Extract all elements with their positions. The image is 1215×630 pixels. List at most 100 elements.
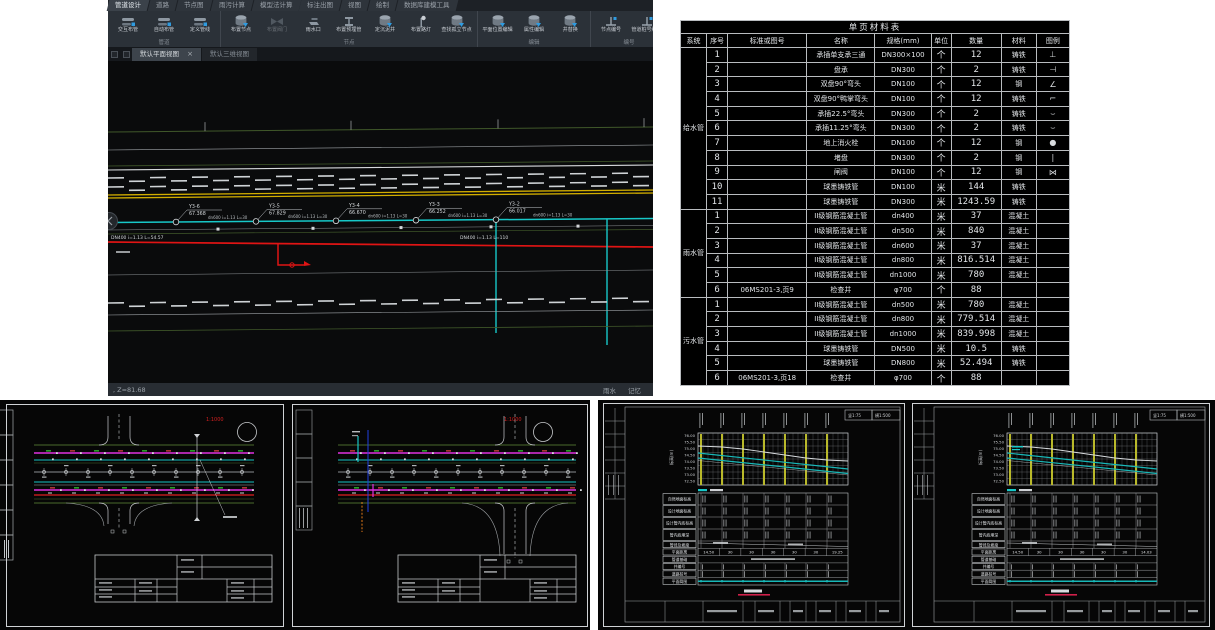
table-cell: dn400: [875, 209, 931, 224]
table-cell: 铸铁: [1001, 356, 1036, 371]
table-cell: 个: [931, 48, 951, 63]
table-cell: [728, 297, 807, 312]
table-cell: 混凝土: [1001, 297, 1036, 312]
table-cell: 12: [951, 92, 1001, 107]
status-toggle-1[interactable]: 记忆: [628, 387, 641, 395]
ribbon-tab-3[interactable]: 雨污计算: [210, 0, 253, 11]
water-pipe-label-left: DN400 i=1.13 L=54.57: [111, 235, 164, 241]
ribbon-button-pipe-0-1[interactable]: 自动布管: [146, 12, 182, 39]
table-cell: 2: [951, 62, 1001, 77]
material-table-panel: 单页材料表系统序号标准或图号名称规格(mm)单位数量材料图例给水管1承插单支承三…: [680, 20, 1070, 386]
table-title-row: 单页材料表: [681, 21, 1070, 34]
table-row: 5II级钢筋混凝土管dn1000米780混凝土: [681, 268, 1070, 283]
tab-label: 默认三维视图: [210, 50, 249, 58]
table-cell: 米: [931, 209, 951, 224]
table-cell: II级钢筋混凝土管: [807, 209, 875, 224]
pipe-icon: [121, 13, 136, 27]
table-cell: 5: [707, 106, 728, 121]
distance-cell: 30: [1122, 550, 1127, 555]
table-cell: 2: [951, 106, 1001, 121]
profile-row-label: 设计地面标高: [668, 509, 691, 514]
column-header: 数量: [951, 34, 1001, 48]
table-cell: [728, 77, 807, 92]
table-row: 4球墨铸铁管DN500米10.5铸铁: [681, 341, 1070, 356]
close-icon[interactable]: ×: [187, 50, 193, 58]
ribbon-button-pipe-0-0[interactable]: 交互布管: [110, 12, 146, 39]
ribbon-button-node-2-2[interactable]: 井替换: [552, 12, 588, 39]
storm-segment-label: dn600 i=1.13 L=30: [448, 213, 488, 218]
ribbon-tab-0[interactable]: 管道设计: [107, 0, 150, 11]
ribbon-tab-7[interactable]: 绘制: [368, 0, 398, 11]
table-cell: DN100: [875, 92, 931, 107]
ribbon-button-gully-1-2[interactable]: 雨水口: [295, 12, 331, 39]
ribbon-button-node-1-0[interactable]: 布置节点: [223, 12, 259, 39]
table-row: 给水管1承插单支承三通DN300×100个12铸铁⊥: [681, 48, 1070, 63]
table-cell: 混凝土: [1001, 312, 1036, 327]
ribbon-tab-4[interactable]: 模型法计算: [251, 0, 300, 11]
ribbon-tab-5[interactable]: 标注出图: [299, 0, 342, 11]
ribbon-button-label: 查找孤立节点: [442, 27, 472, 33]
table-cell: [1036, 341, 1069, 356]
table-cell: 混凝土: [1001, 268, 1036, 283]
plan-sheet-1: 1:1000: [6, 404, 284, 627]
table-cell: II级钢筋混凝土管: [807, 312, 875, 327]
ribbon-button-embed-pipe-1-3[interactable]: 布置预埋管: [331, 12, 367, 39]
tab-default-plan-view[interactable]: 默认平面视图 ×: [132, 48, 201, 61]
table-cell: ⊣: [1036, 62, 1069, 77]
ribbon-button-node-1-4[interactable]: 定沉泥井: [367, 12, 403, 39]
status-toggle-0[interactable]: 雨水: [603, 387, 616, 395]
ribbon-tab-8[interactable]: 数据库建模工具: [396, 0, 458, 11]
table-cell: 12: [951, 136, 1001, 151]
canvas-nav-button[interactable]: [108, 213, 118, 230]
distance-cell: 14.50: [1012, 550, 1023, 555]
table-cell: 钢: [1001, 77, 1036, 92]
ribbon-button-label: 布置阀门: [267, 27, 287, 33]
ribbon-tab-6[interactable]: 视图: [340, 0, 370, 11]
layout-split-icon[interactable]: [123, 51, 130, 58]
ribbon-tab-1[interactable]: 道路: [148, 0, 178, 11]
ribbon-button-pipe-0-2[interactable]: 定义管线: [182, 12, 218, 39]
table-cell: [728, 341, 807, 356]
ribbon-button-node-2-1[interactable]: 属性编辑: [516, 12, 552, 39]
ribbon-tab-label: 道路: [156, 0, 169, 11]
ribbon-tab-label: 雨污计算: [219, 0, 245, 11]
table-cell: 米: [931, 312, 951, 327]
number-icon: [640, 13, 654, 27]
table-cell: 铸铁: [1001, 106, 1036, 121]
distance-cell: 14.03: [1141, 550, 1152, 555]
ribbon-group-1: 布置节点布置阀门雨水口布置预埋管定沉泥井布置路灯查找孤立节点节点: [221, 11, 478, 47]
table-cell: 10.5: [951, 341, 1001, 356]
table-cell: 混凝土: [1001, 253, 1036, 268]
ribbon-button-node-1-6[interactable]: 查找孤立节点: [439, 12, 475, 39]
ribbon-button-lamp-1-5[interactable]: 布置路灯: [403, 12, 439, 39]
table-header-row: 系统序号标准或图号名称规格(mm)单位数量材料图例: [681, 34, 1070, 48]
table-cell: 10: [707, 180, 728, 195]
ribbon-button-number-3-1[interactable]: 管道桩号编号: [629, 12, 653, 39]
ribbon-button-number-3-0[interactable]: 节点编号: [593, 12, 629, 39]
table-cell: ∠: [1036, 77, 1069, 92]
table-cell: 个: [931, 106, 951, 121]
table-cell: 地上消火栓: [807, 136, 875, 151]
table-cell: [728, 150, 807, 165]
table-cell: ⌐: [1036, 92, 1069, 107]
ribbon-group-3: 节点编号管道桩号编号编号: [591, 11, 653, 47]
ribbon-tab-label: 视图: [348, 0, 361, 11]
tab-default-3d-view[interactable]: 默认三维视图: [202, 48, 257, 61]
ribbon-button-node-2-0[interactable]: 平面位置编辑: [480, 12, 516, 39]
table-cell: 米: [931, 327, 951, 342]
ribbon-button-label: 定义管线: [190, 27, 210, 33]
table-cell: 个: [931, 283, 951, 298]
table-cell: [1036, 253, 1069, 268]
elevation-axis-label: 标高(m): [668, 450, 674, 465]
drawing-canvas[interactable]: Y3-667.368Y3-567.829Y3-466.670Y3-366.252…: [108, 61, 653, 383]
table-cell: φ700: [875, 283, 931, 298]
view-tab-bar: 默认平面视图 × 默认三维视图: [108, 47, 653, 61]
table-cell: 3: [707, 238, 728, 253]
ribbon-button-label: 管道桩号编号: [632, 27, 653, 33]
table-cell: [1036, 327, 1069, 342]
table-cell: 3: [707, 77, 728, 92]
ribbon-tab-2[interactable]: 节点图: [176, 0, 212, 11]
layout-grid-icon[interactable]: [111, 51, 118, 58]
table-cell: 个: [931, 62, 951, 77]
profile-row-label: 设计管内底标高: [666, 521, 693, 526]
